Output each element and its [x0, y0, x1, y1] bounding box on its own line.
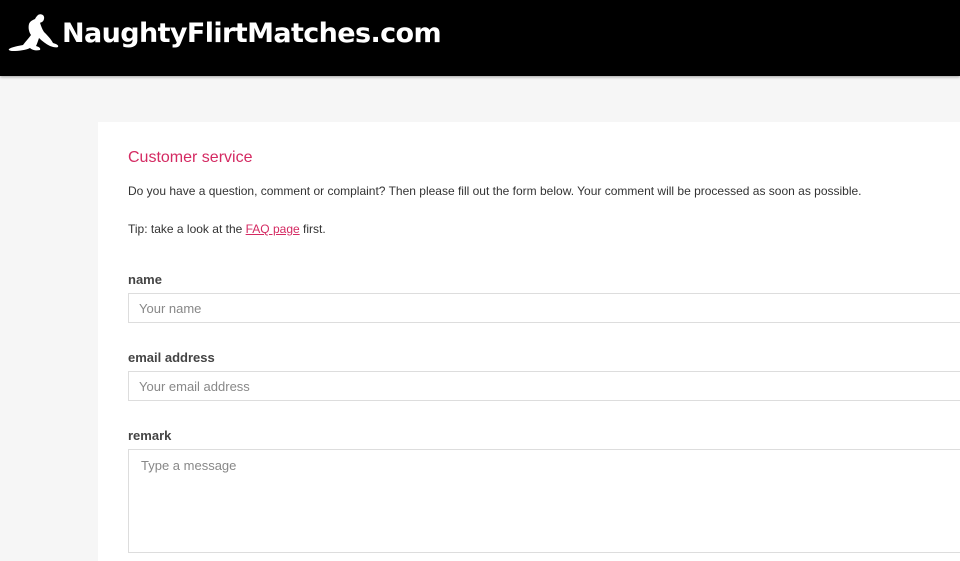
tip-text: Tip: take a look at the FAQ page first. [128, 222, 326, 236]
silhouette-woman-icon [8, 14, 59, 52]
email-label: email address [128, 350, 215, 365]
page-title: Customer service [128, 149, 253, 166]
tip-suffix: first. [299, 222, 326, 236]
customer-service-card: Customer service Do you have a question,… [98, 122, 960, 561]
faq-page-link[interactable]: FAQ page [246, 222, 300, 236]
remark-label: remark [128, 428, 172, 443]
tip-prefix: Tip: take a look at the [128, 222, 246, 236]
remark-textarea[interactable] [128, 449, 960, 553]
email-input[interactable] [128, 371, 960, 401]
name-input[interactable] [128, 293, 960, 323]
site-header: NaughtyFlirtMatches.com [0, 0, 960, 76]
site-logo[interactable]: NaughtyFlirtMatches.com [8, 13, 442, 53]
name-label: name [128, 272, 162, 287]
intro-text: Do you have a question, comment or compl… [128, 184, 862, 198]
logo-text: NaughtyFlirtMatches.com [62, 18, 442, 49]
